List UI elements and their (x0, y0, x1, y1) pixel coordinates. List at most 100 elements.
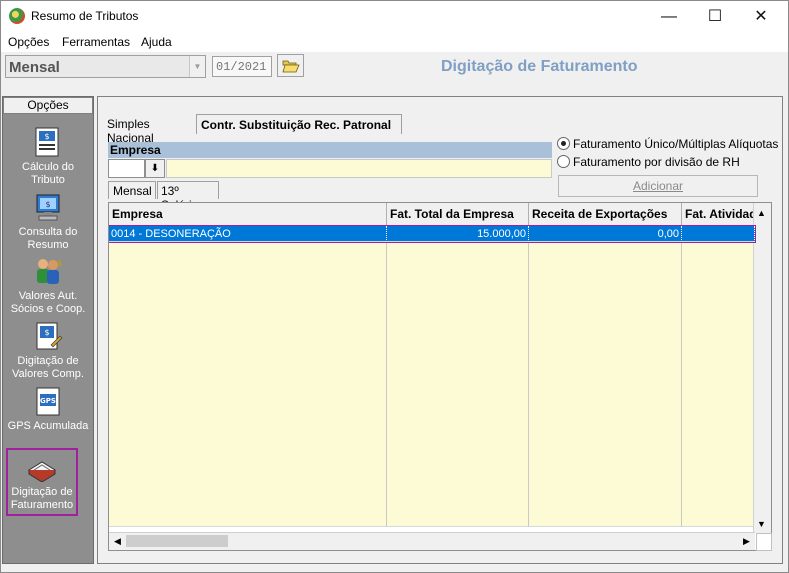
table-cell[interactable] (682, 421, 755, 437)
table-cell[interactable] (682, 451, 755, 467)
table-row-empty[interactable] (109, 436, 755, 452)
scroll-up-icon[interactable]: ▲ (754, 206, 769, 221)
menu-ajuda[interactable]: Ajuda (141, 35, 172, 49)
table-cell[interactable] (682, 436, 755, 452)
scroll-down-icon[interactable]: ▼ (754, 517, 769, 532)
horizontal-scroll-thumb[interactable] (126, 535, 228, 547)
table-cell[interactable] (387, 496, 529, 512)
add-button[interactable]: Adicionar (558, 175, 758, 197)
table-row-empty[interactable] (109, 316, 755, 332)
horizontal-scrollbar[interactable]: ◀ ▶ (109, 532, 755, 550)
table-cell[interactable] (682, 406, 755, 422)
table-cell[interactable] (109, 346, 387, 362)
table-cell[interactable]: 0,00 (529, 226, 682, 242)
table-cell[interactable] (387, 481, 529, 497)
table-cell[interactable] (387, 331, 529, 347)
table-cell[interactable] (529, 496, 682, 512)
table-cell[interactable] (529, 481, 682, 497)
table-cell[interactable] (682, 316, 755, 332)
table-cell[interactable] (109, 271, 387, 287)
table-cell[interactable] (682, 226, 755, 242)
table-cell[interactable] (682, 331, 755, 347)
table-cell[interactable] (109, 511, 387, 527)
table-cell[interactable] (387, 271, 529, 287)
table-cell[interactable] (682, 241, 755, 257)
table-row-empty[interactable] (109, 286, 755, 302)
column-header-receita-exportacoes[interactable]: Receita de Exportações (529, 203, 682, 225)
radio-faturamento-divisao-rh[interactable]: Faturamento por divisão de RH (557, 155, 740, 169)
table-row-empty[interactable] (109, 301, 755, 317)
sidebar-item-digitacao-faturamento[interactable]: Digitação de Faturamento (6, 448, 78, 516)
table-row-empty[interactable] (109, 511, 755, 527)
maximize-button[interactable]: ☐ (692, 1, 738, 32)
table-cell[interactable] (387, 451, 529, 467)
close-button[interactable]: ✕ (738, 1, 784, 32)
table-cell[interactable] (529, 256, 682, 272)
table-cell[interactable] (529, 301, 682, 317)
table-cell[interactable] (682, 511, 755, 527)
table-cell[interactable] (109, 256, 387, 272)
table-cell[interactable] (387, 421, 529, 437)
table-cell[interactable] (682, 391, 755, 407)
empresa-lookup-button[interactable]: ⬇ (145, 159, 165, 178)
column-header-fat-total[interactable]: Fat. Total da Empresa (387, 203, 529, 225)
table-cell[interactable] (529, 346, 682, 362)
column-header-empresa[interactable]: Empresa (109, 203, 387, 225)
menu-ferramentas[interactable]: Ferramentas (62, 35, 130, 49)
table-cell[interactable] (109, 451, 387, 467)
table-cell[interactable] (109, 316, 387, 332)
table-cell[interactable] (109, 241, 387, 257)
table-cell[interactable] (109, 391, 387, 407)
table-cell[interactable] (529, 361, 682, 377)
table-cell[interactable] (109, 466, 387, 482)
table-cell[interactable] (387, 346, 529, 362)
sidebar-item-consulta-resumo[interactable]: $ Consulta do Resumo (5, 192, 91, 252)
table-cell[interactable] (387, 391, 529, 407)
table-cell[interactable] (529, 331, 682, 347)
table-cell[interactable] (529, 406, 682, 422)
table-cell[interactable] (682, 301, 755, 317)
table-cell[interactable] (682, 496, 755, 512)
table-row-empty[interactable] (109, 421, 755, 437)
sidebar-item-gps-acumulada[interactable]: GPS GPS Acumulada (5, 386, 91, 433)
tab-contr-substituicao[interactable]: Contr. Substituição Rec. Patronal (196, 114, 402, 134)
table-cell[interactable] (387, 361, 529, 377)
menu-opcoes[interactable]: Opções (8, 35, 49, 49)
table-cell[interactable] (109, 421, 387, 437)
table-cell[interactable] (529, 511, 682, 527)
chevron-down-icon[interactable]: ▼ (189, 56, 205, 77)
table-row-empty[interactable] (109, 496, 755, 512)
table-cell[interactable] (387, 511, 529, 527)
table-cell[interactable] (387, 241, 529, 257)
table-cell[interactable] (529, 436, 682, 452)
table-cell[interactable] (387, 406, 529, 422)
period-mode-select[interactable]: Mensal ▼ (5, 55, 206, 78)
table-row-empty[interactable] (109, 391, 755, 407)
table-row-selected[interactable]: 0014 - DESONERAÇÃO 15.000,00 0,00 (109, 225, 756, 243)
table-cell[interactable]: 0014 - DESONERAÇÃO (109, 226, 387, 242)
empresa-code-input[interactable] (108, 159, 145, 178)
table-cell[interactable] (682, 466, 755, 482)
table-row-empty[interactable] (109, 361, 755, 377)
table-cell[interactable] (387, 286, 529, 302)
table-cell[interactable] (682, 256, 755, 272)
table-cell[interactable] (529, 241, 682, 257)
table-cell[interactable] (109, 481, 387, 497)
table-cell[interactable] (682, 346, 755, 362)
table-row-empty[interactable] (109, 256, 755, 272)
table-cell[interactable] (682, 286, 755, 302)
table-cell[interactable] (682, 376, 755, 392)
table-row-empty[interactable] (109, 481, 755, 497)
column-header-fat-atividades[interactable]: Fat. Atividades (682, 203, 756, 225)
sidebar-item-digitacao-valores[interactable]: $ Digitação de Valores Comp. (5, 321, 91, 381)
table-cell[interactable] (529, 271, 682, 287)
table-cell[interactable] (109, 286, 387, 302)
table-row-empty[interactable] (109, 406, 755, 422)
radio-faturamento-unico[interactable]: Faturamento Único/Múltiplas Alíquotas (557, 137, 778, 151)
table-row-empty[interactable] (109, 451, 755, 467)
table-cell[interactable] (387, 316, 529, 332)
table-cell[interactable] (387, 466, 529, 482)
table-cell[interactable]: 15.000,00 (387, 226, 529, 242)
table-cell[interactable] (529, 316, 682, 332)
table-row-empty[interactable] (109, 466, 755, 482)
